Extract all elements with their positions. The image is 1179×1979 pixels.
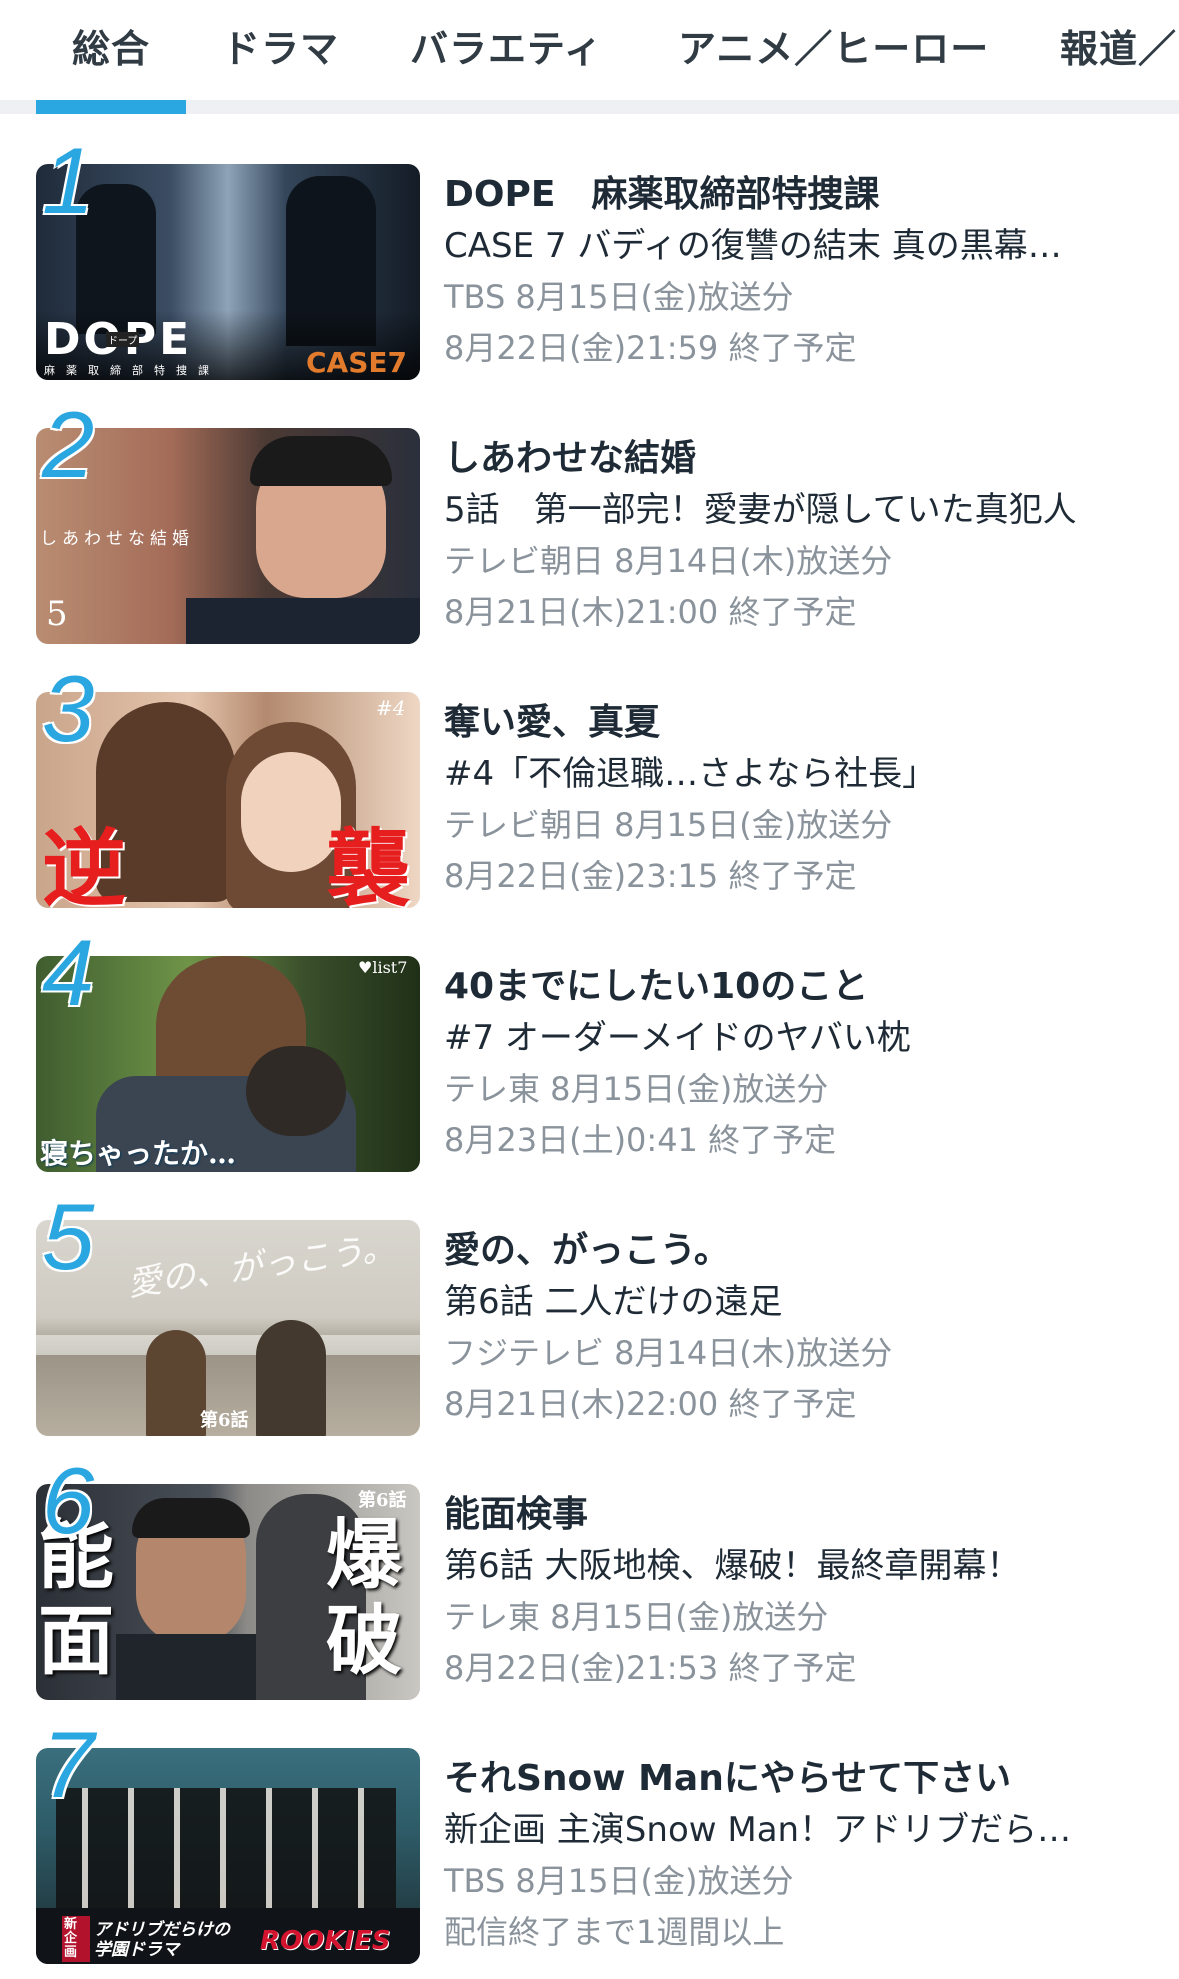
episode-subtitle: 新企画 主演Snow Man！アドリブだら… [444, 1810, 1072, 1850]
tab-variety[interactable]: バラエティ [410, 18, 603, 73]
episode-subtitle: #4「不倫退職…さよなら社長」 [444, 754, 937, 794]
thumb-right-text: 襲 [326, 819, 411, 908]
broadcast-info: フジテレビ 8月14日(木)放送分 [444, 1334, 893, 1372]
thumb-badge: ♥list7 [358, 958, 408, 977]
thumb-caption: アドリブだらけの学園ドラマ [94, 1920, 230, 1960]
ranking-item[interactable]: しあわせな結婚 5 2 しあわせな結婚 5話 第一部完！愛妻が隠していた真犯人 … [0, 398, 1179, 652]
episode-subtitle: 第6話 大阪地検、爆破！最終章開幕！ [444, 1546, 1021, 1586]
program-title: 奪い愛、真夏 [444, 702, 661, 743]
end-date: 配信終了まで1週間以上 [444, 1913, 785, 1951]
thumb-right-text: 爆破 [326, 1510, 402, 1685]
episode-subtitle: 5話 第一部完！愛妻が隠していた真犯人 [444, 490, 1077, 530]
broadcast-info: テレ東 8月15日(金)放送分 [444, 1598, 829, 1636]
tab-anime-hero[interactable]: アニメ／ヒーロー [678, 18, 989, 73]
broadcast-info: テレ東 8月15日(金)放送分 [444, 1070, 829, 1108]
program-title: DOPE 麻薬取締部特捜課 [444, 174, 880, 215]
ranking-item[interactable]: DOPE ドープ 麻 薬 取 締 部 特 捜 課 CASE7 1 DOPE 麻薬… [0, 134, 1179, 388]
tab-overall[interactable]: 総合 [72, 18, 150, 73]
end-date: 8月22日(金)21:53 終了予定 [444, 1649, 857, 1687]
rank-number: 4 [42, 920, 95, 1025]
thumb-logo-text: ROOKIES [260, 1926, 391, 1956]
rank-number: 1 [42, 128, 95, 233]
thumb-badge: 第6話 [358, 1490, 407, 1511]
program-title: しあわせな結婚 [444, 438, 697, 479]
broadcast-info: テレビ朝日 8月14日(木)放送分 [444, 542, 893, 580]
thumb-logo-text: 愛の、がっこう。 [125, 1227, 398, 1305]
thumb-badge: #4 [376, 696, 406, 720]
program-title: 能面検事 [444, 1494, 589, 1535]
end-date: 8月22日(金)21:59 終了予定 [444, 329, 857, 367]
episode-subtitle: #7 オーダーメイドのヤバい枕 [444, 1018, 911, 1058]
thumb-badge: CASE7 [306, 346, 407, 379]
ranking-item[interactable]: 愛の、がっこう。 第6話 5 愛の、がっこう。 第6話 二人だけの遠足 フジテレ… [0, 1190, 1179, 1444]
program-title: それSnow Manにやらせて下さい [444, 1758, 1012, 1799]
ranking-item[interactable]: 能面 爆破 第6話 6 能面検事 第6話 大阪地検、爆破！最終章開幕！ テレ東 … [0, 1454, 1179, 1708]
rank-number: 7 [42, 1712, 95, 1817]
program-title: 40までにしたい10のこと [444, 966, 869, 1007]
end-date: 8月21日(木)21:00 終了予定 [444, 593, 857, 631]
end-date: 8月21日(木)22:00 終了予定 [444, 1385, 857, 1423]
tab-selected-indicator [36, 100, 186, 114]
broadcast-info: テレビ朝日 8月15日(金)放送分 [444, 806, 893, 844]
rank-number: 6 [42, 1448, 95, 1553]
broadcast-info: TBS 8月15日(金)放送分 [444, 278, 794, 316]
thumb-new-badge: 新企画 [62, 1916, 90, 1962]
tab-drama[interactable]: ドラマ [222, 18, 339, 73]
episode-subtitle: CASE 7 バディの復讐の結末 真の黒幕… [444, 226, 1062, 266]
category-tab-bar: 総合 ドラマ バラエティ アニメ／ヒーロー 報道／ [0, 0, 1179, 100]
end-date: 8月22日(金)23:15 終了予定 [444, 857, 857, 895]
thumb-badge: 第6話 [200, 1410, 249, 1431]
thumb-left-text: 逆 [42, 819, 127, 908]
thumb-caption: 寝ちゃったか… [40, 1137, 237, 1170]
broadcast-info: TBS 8月15日(金)放送分 [444, 1862, 794, 1900]
rank-number: 3 [42, 656, 95, 761]
thumb-logo-text: しあわせな結婚 [40, 529, 194, 549]
thumb-badge: 5 [46, 594, 68, 634]
thumb-sub-text: 麻 薬 取 締 部 特 捜 課 [44, 364, 209, 377]
ranking-item[interactable]: 寝ちゃったか… ♥list7 4 40までにしたい10のこと #7 オーダーメイ… [0, 926, 1179, 1180]
ranking-item[interactable]: 新企画 アドリブだらけの学園ドラマ ROOKIES 7 それSnow Manにや… [0, 1718, 1179, 1972]
tab-news[interactable]: 報道／ [1060, 18, 1177, 73]
episode-subtitle: 第6話 二人だけの遠足 [444, 1282, 783, 1322]
rank-number: 5 [42, 1184, 95, 1289]
program-title: 愛の、がっこう。 [444, 1230, 730, 1271]
thumb-kana-text: ドープ [106, 332, 140, 347]
ranking-item[interactable]: 逆 襲 #4 3 奪い愛、真夏 #4「不倫退職…さよなら社長」 テレビ朝日 8月… [0, 662, 1179, 916]
end-date: 8月23日(土)0:41 終了予定 [444, 1121, 837, 1159]
rank-number: 2 [42, 392, 95, 497]
